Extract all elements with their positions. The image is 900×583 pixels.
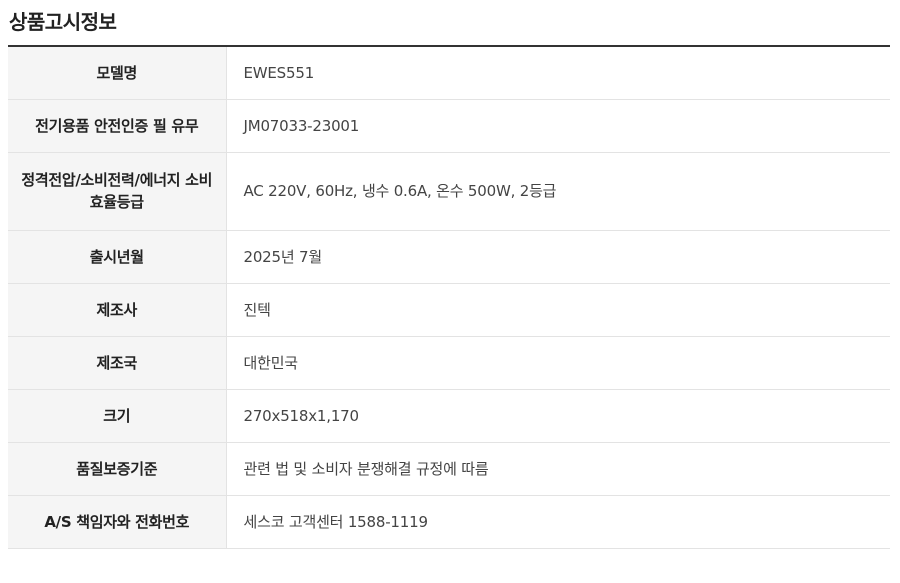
table-row: 크기 270x518x1,170	[8, 389, 890, 443]
row-value: EWES551	[226, 46, 890, 100]
table-row: 제조국 대한민국	[8, 336, 890, 390]
table-row: 품질보증기준 관련 법 및 소비자 분쟁해결 규정에 따름	[8, 442, 890, 496]
row-value: 관련 법 및 소비자 분쟁해결 규정에 따름	[226, 442, 890, 496]
product-notice-section: 상품고시정보 모델명 EWES551 전기용품 안전인증 필 유무 JM0703…	[0, 0, 900, 583]
section-title: 상품고시정보	[9, 10, 117, 34]
row-value: 세스코 고객센터 1588-1119	[226, 495, 890, 549]
row-value: 270x518x1,170	[226, 389, 890, 443]
row-label: A/S 책임자와 전화번호	[8, 495, 227, 549]
row-label: 크기	[8, 389, 227, 443]
table-row: 모델명 EWES551	[8, 46, 890, 100]
row-value: 대한민국	[226, 336, 890, 390]
row-label: 품질보증기준	[8, 442, 227, 496]
table-row: 정격전압/소비전력/에너지 소비효율등급 AC 220V, 60Hz, 냉수 0…	[8, 152, 890, 231]
product-info-table: 모델명 EWES551 전기용품 안전인증 필 유무 JM07033-23001…	[8, 45, 890, 549]
row-label: 출시년월	[8, 230, 227, 284]
row-label: 제조사	[8, 283, 227, 337]
row-value: JM07033-23001	[226, 99, 890, 153]
row-label: 모델명	[8, 46, 227, 100]
row-label: 제조국	[8, 336, 227, 390]
row-label: 정격전압/소비전력/에너지 소비효율등급	[8, 152, 227, 231]
row-value: 진텍	[226, 283, 890, 337]
table-row: 출시년월 2025년 7월	[8, 230, 890, 284]
row-label: 전기용품 안전인증 필 유무	[8, 99, 227, 153]
row-value: 2025년 7월	[226, 230, 890, 284]
row-value: AC 220V, 60Hz, 냉수 0.6A, 온수 500W, 2등급	[226, 152, 890, 231]
table-row: 전기용품 안전인증 필 유무 JM07033-23001	[8, 99, 890, 153]
table-row: A/S 책임자와 전화번호 세스코 고객센터 1588-1119	[8, 495, 890, 549]
table-row: 제조사 진텍	[8, 283, 890, 337]
